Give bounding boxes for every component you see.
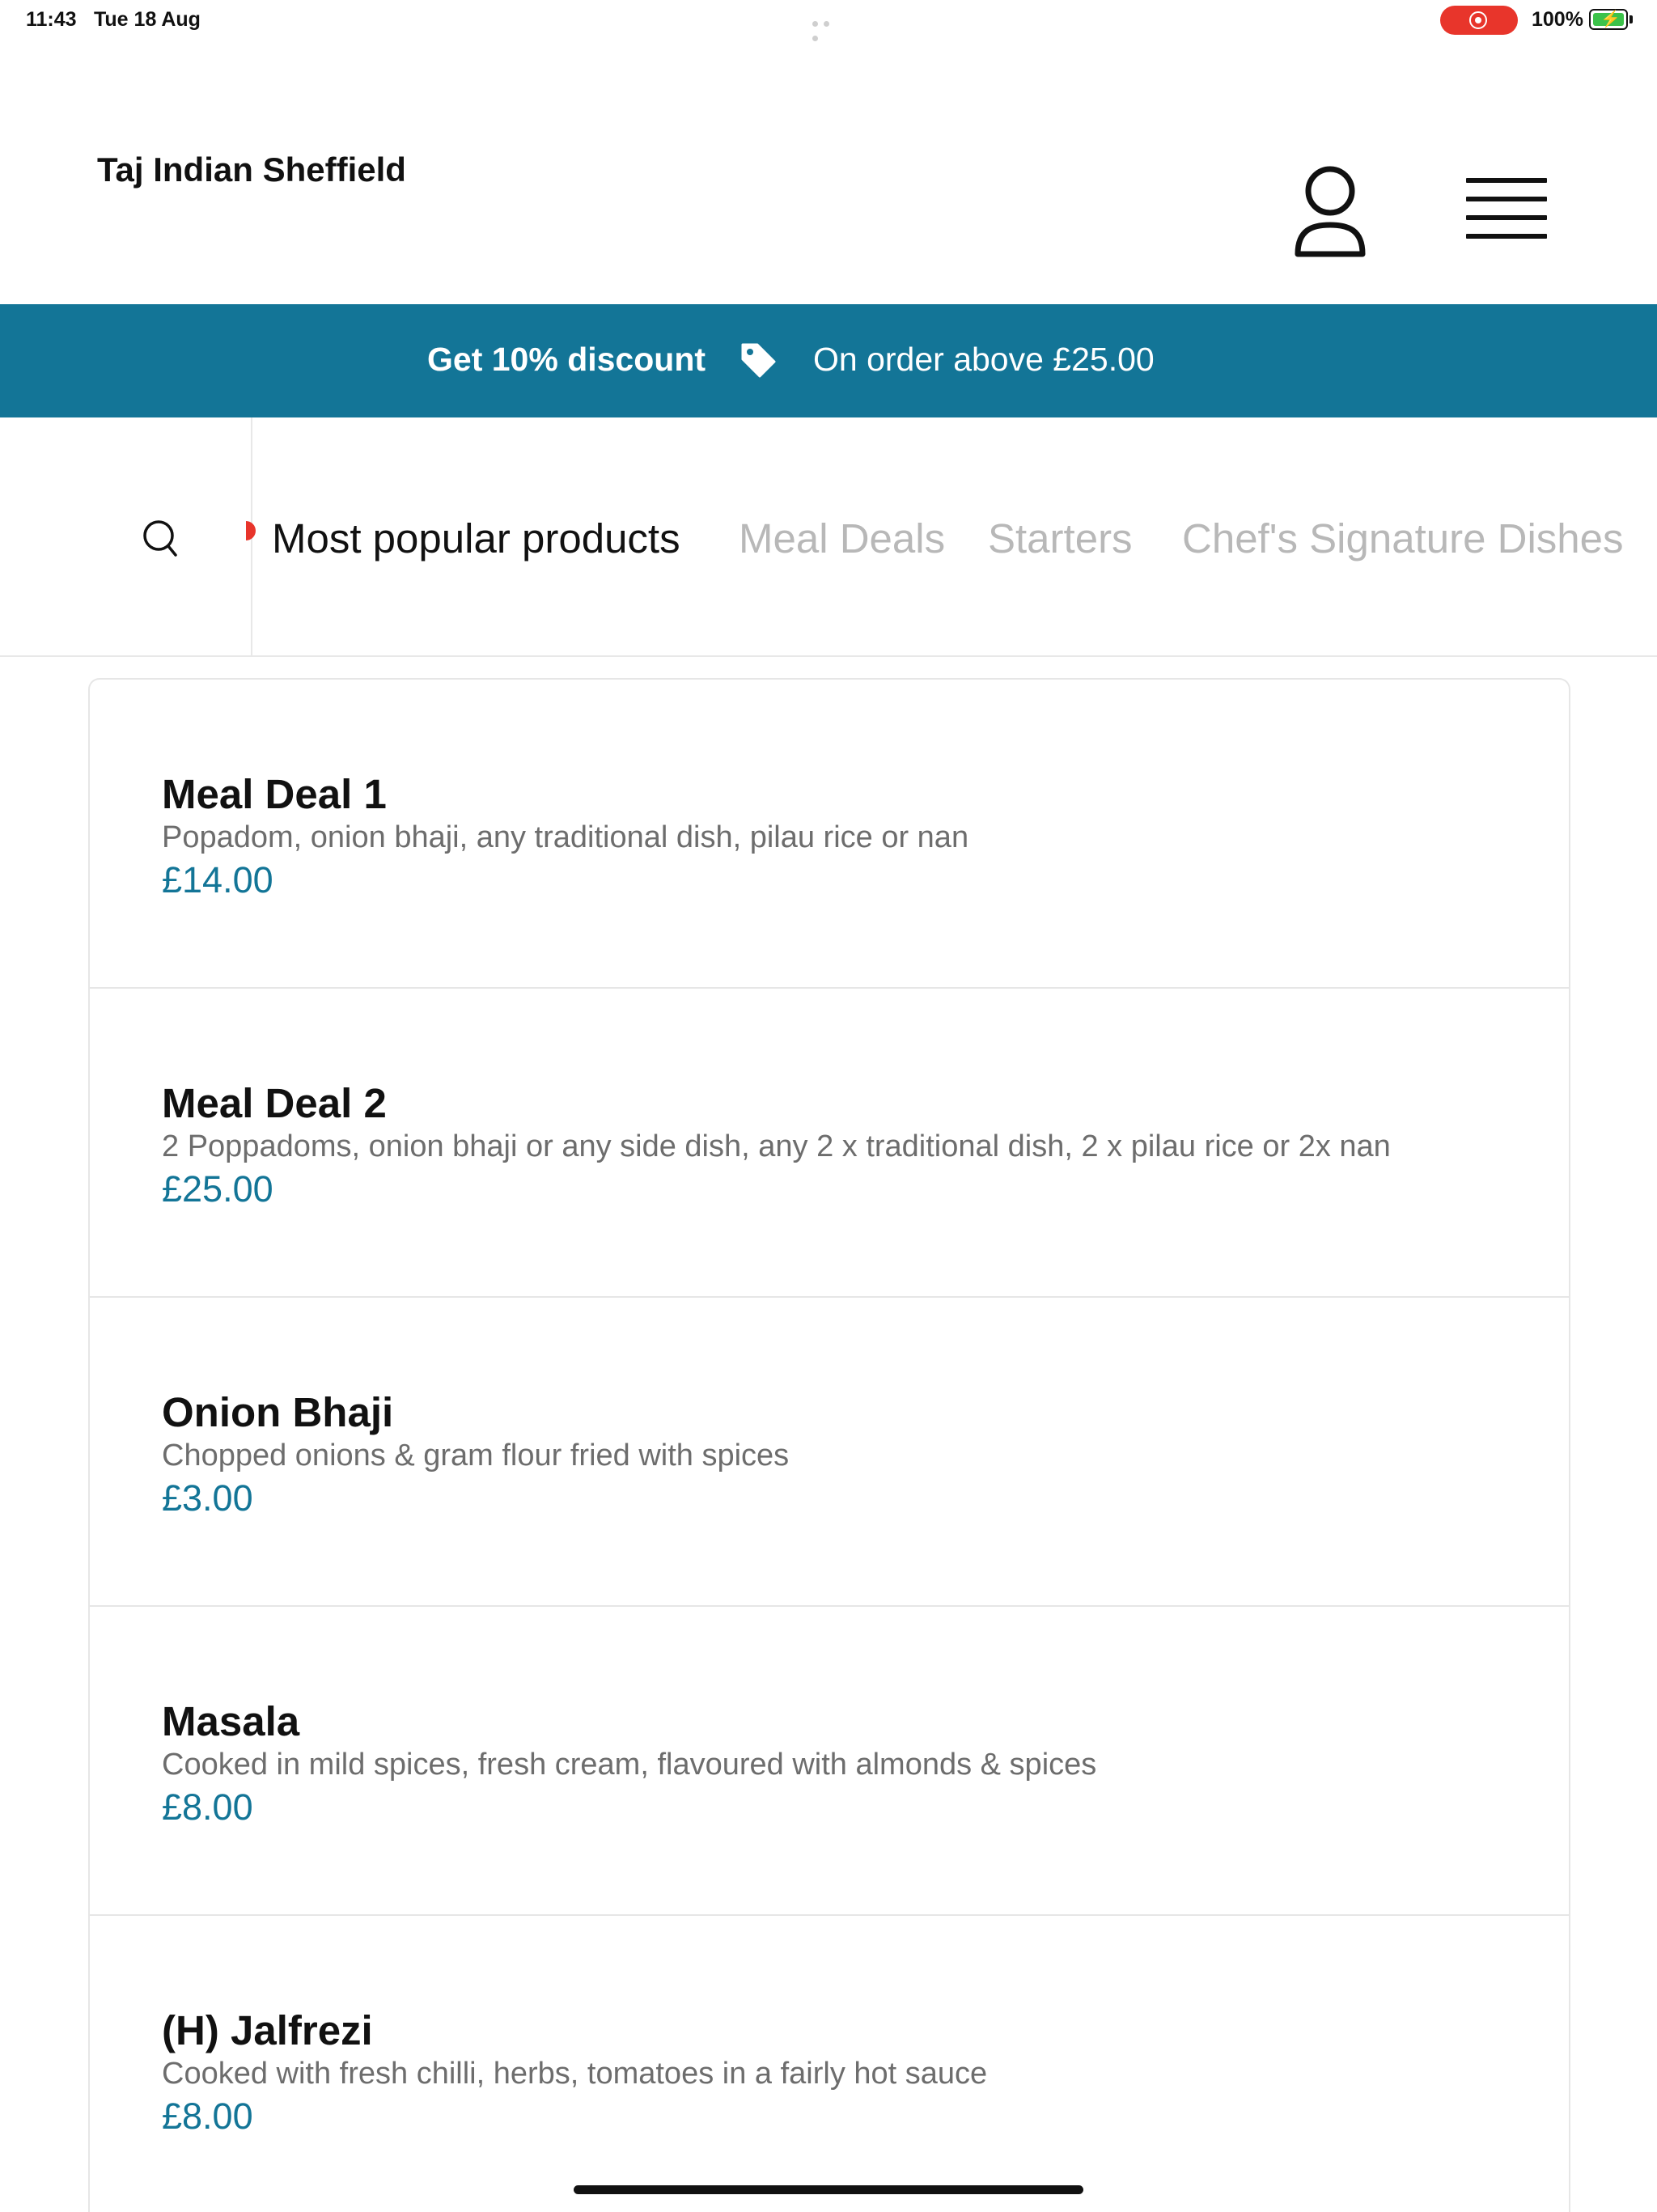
promo-condition: On order above £25.00 [813, 341, 1155, 378]
product-price: £25.00 [162, 1168, 273, 1210]
category-tabs: Most popular products Meal Deals Starter… [0, 417, 1657, 657]
battery-icon: ⚡ [1589, 9, 1633, 30]
product-name: Meal Deal 1 [162, 771, 387, 817]
user-icon[interactable] [1293, 165, 1367, 262]
product-item[interactable]: Meal Deal 2 2 Poppadoms, onion bhaji or … [90, 989, 1569, 1298]
product-price: £14.00 [162, 859, 273, 900]
product-item[interactable]: Masala Cooked in mild spices, fresh crea… [90, 1607, 1569, 1916]
product-description: Cooked in mild spices, fresh cream, flav… [162, 1748, 1097, 1782]
status-bar: 11:43 Tue 18 Aug 100% ⚡ [0, 0, 1657, 42]
product-name: Meal Deal 2 [162, 1080, 387, 1126]
tab-meal-deals[interactable]: Meal Deals [739, 515, 945, 562]
tab-starters[interactable]: Starters [988, 515, 1133, 562]
product-description: 2 Poppadoms, onion bhaji or any side dis… [162, 1129, 1391, 1163]
battery-percentage: 100% [1532, 8, 1583, 31]
tab-most-popular[interactable]: Most popular products [272, 515, 680, 562]
search-icon [143, 520, 177, 557]
product-item[interactable]: (H) Jalfrezi Cooked with fresh chilli, h… [90, 1916, 1569, 2212]
product-name: Masala [162, 1698, 300, 1744]
home-indicator[interactable] [574, 2185, 1083, 2194]
tag-icon [741, 343, 776, 378]
product-item[interactable]: Onion Bhaji Chopped onions & gram flour … [90, 1298, 1569, 1607]
active-tab-indicator [246, 521, 256, 540]
product-description: Popadom, onion bhaji, any traditional di… [162, 820, 969, 854]
site-header: Taj Indian Sheffield [0, 42, 1657, 304]
promo-banner: Get 10% discount On order above £25.00 [0, 304, 1657, 417]
multitasking-dots-icon[interactable] [812, 16, 845, 41]
product-price: £8.00 [162, 2095, 253, 2137]
status-time: 11:43 [26, 8, 77, 31]
product-price: £3.00 [162, 1477, 253, 1519]
restaurant-name[interactable]: Taj Indian Sheffield [97, 150, 406, 189]
search-button[interactable] [0, 417, 252, 655]
screen-recording-icon[interactable] [1440, 6, 1518, 35]
product-description: Chopped onions & gram flour fried with s… [162, 1439, 790, 1473]
menu-icon[interactable] [1466, 178, 1547, 249]
promo-discount: Get 10% discount [427, 341, 706, 378]
product-item[interactable]: Meal Deal 1 Popadom, onion bhaji, any tr… [90, 680, 1569, 989]
product-name: Onion Bhaji [162, 1389, 394, 1435]
status-date: Tue 18 Aug [94, 8, 201, 31]
product-description: Cooked with fresh chilli, herbs, tomatoe… [162, 2057, 988, 2091]
product-name: (H) Jalfrezi [162, 2007, 373, 2053]
product-price: £8.00 [162, 1786, 253, 1828]
tab-chefs-signature[interactable]: Chef's Signature Dishes [1182, 515, 1624, 562]
product-list: Meal Deal 1 Popadom, onion bhaji, any tr… [88, 678, 1570, 2212]
